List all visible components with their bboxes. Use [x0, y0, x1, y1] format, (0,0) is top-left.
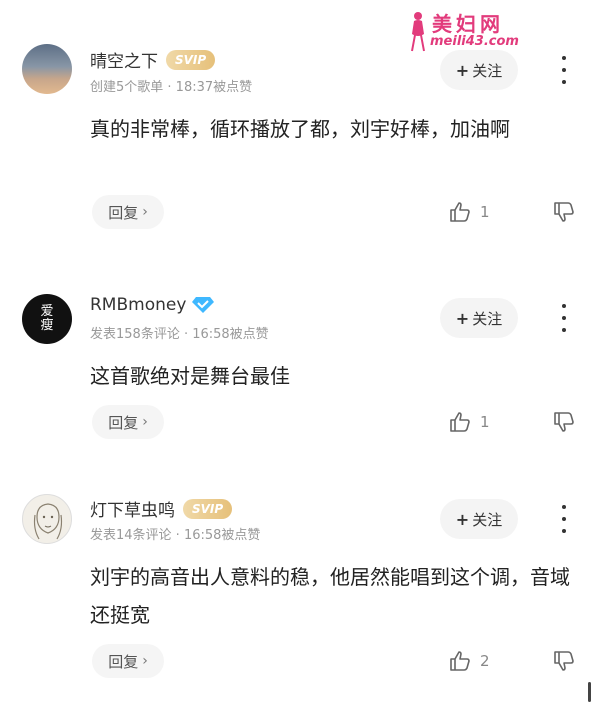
chevron-right-icon: ›: [142, 653, 148, 669]
plus-icon: +: [455, 60, 470, 80]
follow-label: 关注: [472, 61, 503, 80]
thumbs-down-icon[interactable]: [552, 410, 576, 434]
reply-label: 回复: [108, 413, 139, 432]
plus-icon: +: [455, 308, 470, 328]
more-icon[interactable]: [554, 56, 574, 84]
chevron-right-icon: ›: [142, 414, 148, 430]
like-button[interactable]: 1: [448, 410, 490, 434]
avatar[interactable]: 爱 瘦: [22, 294, 72, 344]
like-count: 1: [480, 413, 490, 431]
thumbs-up-icon: [450, 202, 470, 222]
reply-button[interactable]: 回复 ›: [92, 644, 164, 678]
diamond-badge-icon: [192, 297, 215, 313]
watermark-logo: 美妇网 meili43.com: [406, 8, 556, 54]
like-count: 2: [480, 652, 490, 670]
follow-label: 关注: [472, 309, 503, 328]
chevron-right-icon: ›: [142, 204, 148, 220]
reply-button[interactable]: 回复 ›: [92, 405, 164, 439]
user-row: 灯下草虫鸣 SVIP: [90, 496, 233, 521]
follow-button[interactable]: + 关注: [440, 50, 518, 90]
watermark-figure-icon: [411, 12, 425, 52]
scrollbar[interactable]: [588, 682, 591, 702]
comment-text: 真的非常棒，循环播放了都，刘宇好棒，加油啊: [90, 117, 510, 141]
like-button[interactable]: 2: [448, 649, 490, 673]
watermark-url: meili43.com: [430, 34, 519, 49]
follow-button[interactable]: + 关注: [440, 298, 518, 338]
comment-meta: 发表14条评论 · 16:58被点赞: [90, 528, 261, 543]
like-button[interactable]: 1: [448, 200, 490, 224]
username[interactable]: 灯下草虫鸣: [90, 496, 175, 521]
follow-label: 关注: [472, 510, 503, 529]
avatar[interactable]: [22, 494, 72, 544]
user-row: 晴空之下 SVIP: [90, 47, 216, 72]
plus-icon: +: [455, 509, 470, 529]
comment-meta: 创建5个歌单 · 18:37被点赞: [90, 80, 253, 95]
watermark-title: 美妇网: [432, 12, 504, 36]
username[interactable]: RMBmoney: [90, 295, 186, 315]
like-count: 1: [480, 203, 490, 221]
user-row: RMBmoney: [90, 295, 215, 315]
avatar-text: 瘦: [40, 318, 54, 333]
thumbs-down-icon[interactable]: [552, 200, 576, 224]
more-icon[interactable]: [554, 304, 574, 332]
follow-button[interactable]: + 关注: [440, 499, 518, 539]
more-icon[interactable]: [554, 505, 574, 533]
reply-label: 回复: [108, 203, 139, 222]
portrait-sketch-icon: [33, 503, 63, 540]
avatar-text: 爱: [40, 304, 54, 319]
svip-badge: SVIP: [183, 498, 233, 519]
avatar[interactable]: [22, 44, 72, 94]
reply-button[interactable]: 回复 ›: [92, 195, 164, 229]
comment-meta: 发表158条评论 · 16:58被点赞: [90, 327, 269, 342]
comment-text: 这首歌绝对是舞台最佳: [90, 364, 290, 388]
reply-label: 回复: [108, 652, 139, 671]
thumbs-up-icon: [450, 412, 470, 432]
thumbs-up-icon: [450, 651, 470, 671]
username[interactable]: 晴空之下: [90, 47, 158, 72]
comment-text: 刘宇的高音出人意料的稳，他居然能唱到这个调，音域还挺宽: [90, 565, 570, 627]
thumbs-down-icon[interactable]: [552, 649, 576, 673]
svip-badge: SVIP: [166, 49, 216, 70]
